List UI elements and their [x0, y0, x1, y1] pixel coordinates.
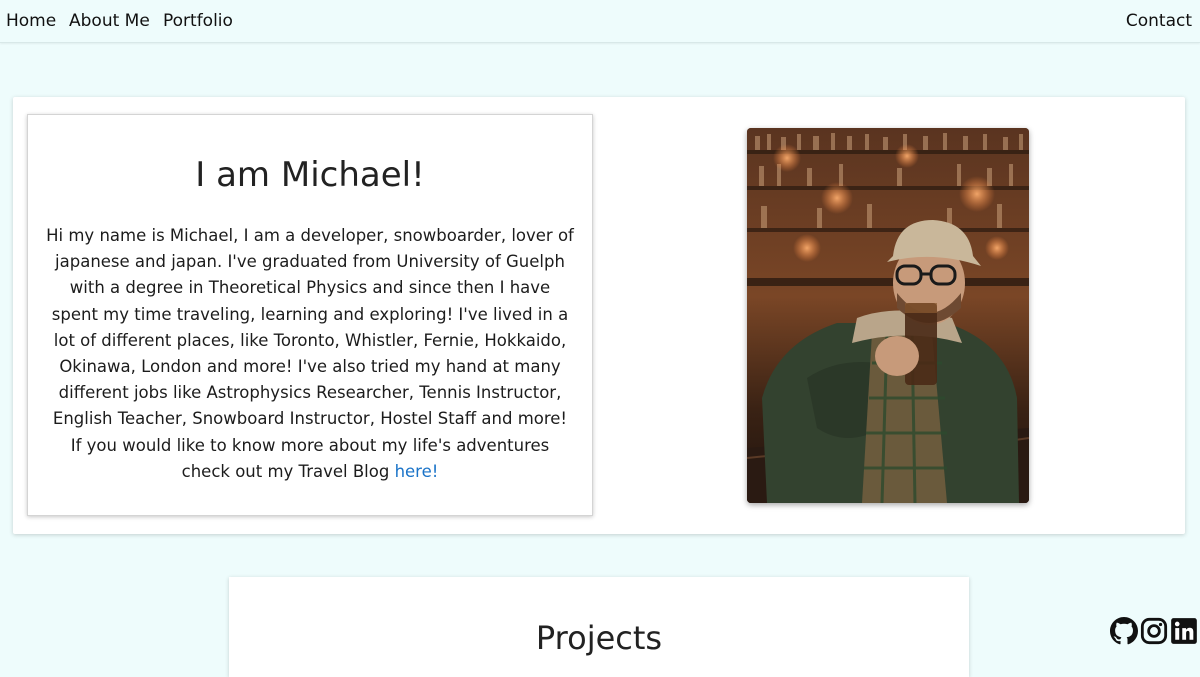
linkedin-icon — [1171, 618, 1197, 644]
intro-title: I am Michael! — [195, 155, 425, 195]
github-link[interactable] — [1110, 617, 1138, 645]
intro-box: I am Michael! Hi my name is Michael, I a… — [27, 114, 593, 516]
nav-about-link[interactable]: About Me — [69, 11, 150, 31]
linkedin-link[interactable] — [1170, 617, 1198, 645]
nav-home-link[interactable]: Home — [6, 11, 56, 31]
social-links — [1110, 616, 1198, 646]
about-section: I am Michael! Hi my name is Michael, I a… — [13, 97, 1185, 534]
projects-section: Projects — [229, 577, 969, 677]
top-navbar: Home About Me Portfolio Contact — [0, 0, 1200, 43]
github-icon — [1110, 617, 1138, 645]
projects-title: Projects — [535, 619, 663, 657]
profile-photo — [747, 128, 1029, 503]
intro-text: Hi my name is Michael, I am a developer,… — [46, 223, 574, 485]
intro-body: Hi my name is Michael, I am a developer,… — [46, 226, 574, 481]
instagram-icon — [1140, 617, 1168, 645]
instagram-link[interactable] — [1140, 617, 1168, 645]
nav-contact-link[interactable]: Contact — [1126, 11, 1192, 31]
travel-blog-link[interactable]: here! — [395, 462, 439, 481]
nav-portfolio-link[interactable]: Portfolio — [163, 11, 233, 31]
